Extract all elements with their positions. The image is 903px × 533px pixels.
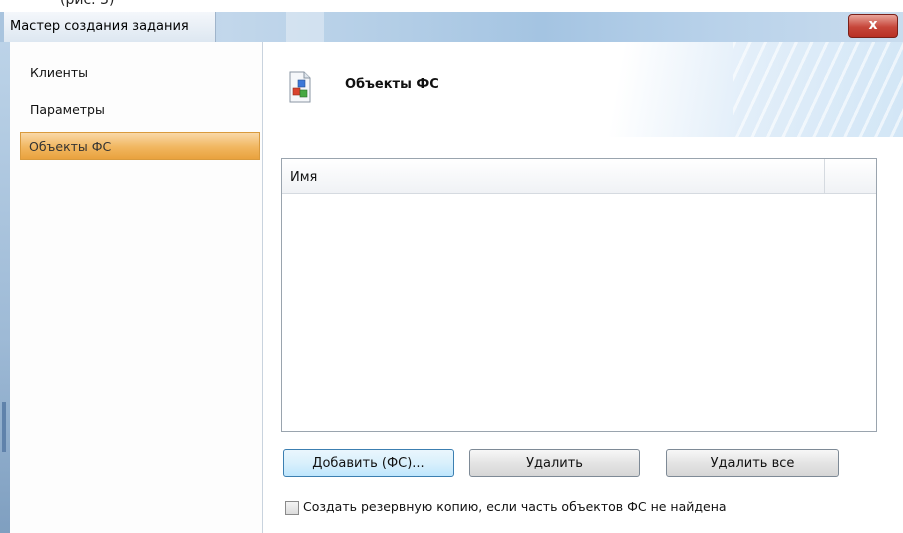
sidebar-item-parameters[interactable]: Параметры [22,96,250,124]
delete-all-button[interactable]: Удалить все [666,449,839,477]
window-title-bar[interactable]: Мастер создания задания x [0,12,903,42]
window-title: Мастер создания задания [4,12,216,42]
top-text-fragment: (рис. 3) [0,0,903,12]
column-header-extra[interactable] [826,159,876,193]
delete-button[interactable]: Удалить [469,449,640,477]
sidebar-item-fs-objects[interactable]: Объекты ФС [20,132,260,160]
list-header: Имя [282,159,876,194]
sidebar-item-clients[interactable]: Клиенты [22,59,250,87]
title-bar-highlight [286,12,324,42]
sidebar-item-label: Параметры [30,102,105,117]
backup-checkbox-label[interactable]: Создать резервную копию, если часть объе… [303,499,727,514]
fs-objects-icon [287,71,313,103]
backup-checkbox[interactable] [285,501,299,515]
column-header-name[interactable]: Имя [282,159,825,193]
fs-objects-list[interactable]: Имя [281,158,877,432]
sidebar-item-label: Объекты ФС [29,139,112,154]
sidebar-item-label: Клиенты [30,65,89,80]
window-frame-left [0,42,10,533]
page-title: Объекты ФС [345,77,439,92]
wizard-page: Объекты ФС Имя Добавить (ФС)... Удалить … [263,42,903,533]
top-fragment-text: (рис. 3) [60,0,115,8]
close-icon: x [868,17,878,33]
close-button[interactable]: x [848,14,898,38]
add-fs-button[interactable]: Добавить (ФС)... [283,449,454,477]
wizard-sidebar: Клиенты Параметры Объекты ФС [10,42,263,533]
frame-shadow [2,402,6,452]
